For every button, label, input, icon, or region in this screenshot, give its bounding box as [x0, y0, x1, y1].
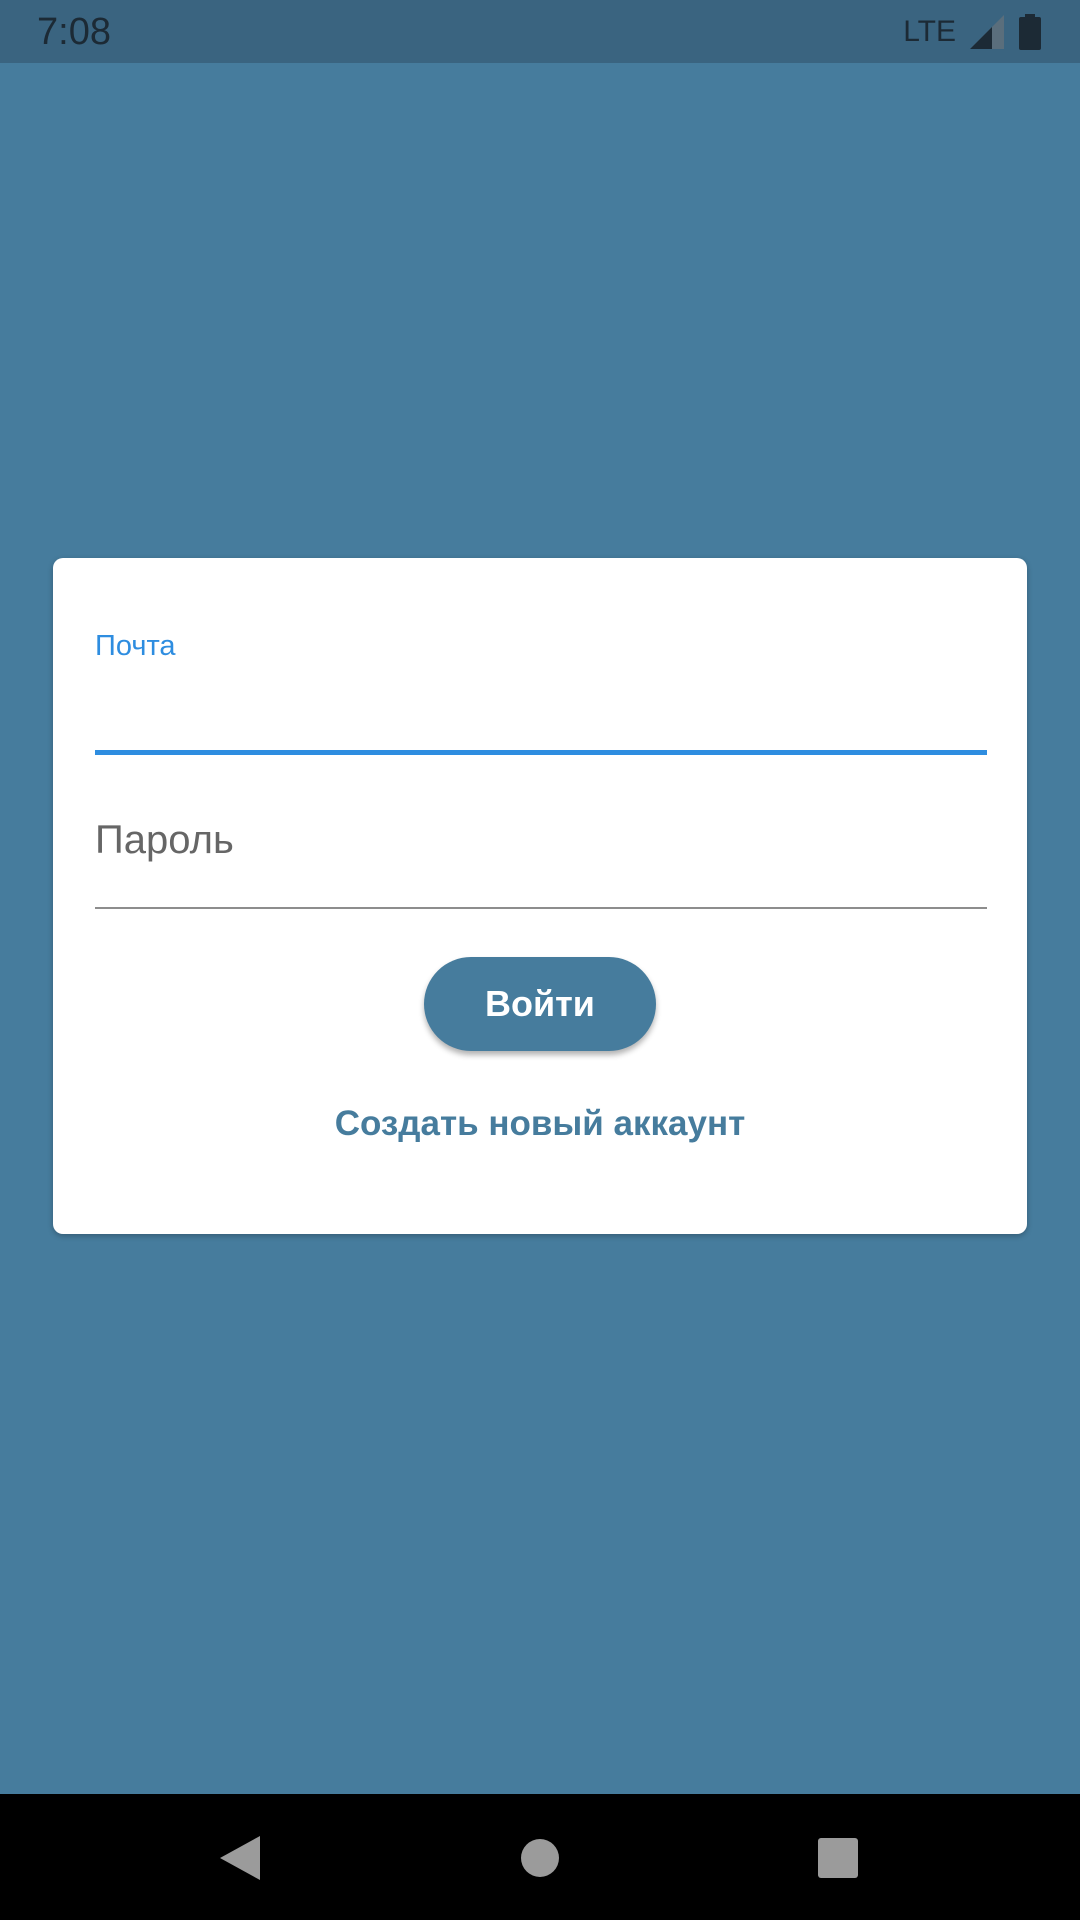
password-underline	[95, 907, 987, 909]
email-underline	[95, 750, 987, 755]
back-icon	[220, 1836, 260, 1880]
recents-button[interactable]	[800, 1820, 876, 1896]
battery-icon	[1019, 14, 1041, 50]
navigation-bar	[0, 1794, 1080, 1920]
recents-icon	[818, 1838, 858, 1878]
home-icon	[521, 1839, 559, 1877]
login-card: Почта Войти Создать новый аккаунт	[53, 558, 1027, 1234]
password-field[interactable]	[95, 800, 987, 880]
network-type: LTE	[903, 15, 956, 48]
login-button[interactable]: Войти	[424, 957, 656, 1051]
create-account-link[interactable]: Создать новый аккаунт	[53, 1104, 1027, 1144]
home-button[interactable]	[502, 1820, 578, 1896]
status-time: 7:08	[37, 11, 111, 53]
email-label: Почта	[95, 630, 176, 662]
email-field[interactable]	[95, 668, 987, 738]
status-bar: 7:08 LTE	[0, 0, 1080, 63]
signal-icon	[970, 15, 1004, 49]
back-button[interactable]	[202, 1820, 278, 1896]
login-screen: 7:08 LTE Почта Войти Создать новый аккау…	[0, 0, 1080, 1920]
status-icons: LTE	[903, 12, 1042, 52]
